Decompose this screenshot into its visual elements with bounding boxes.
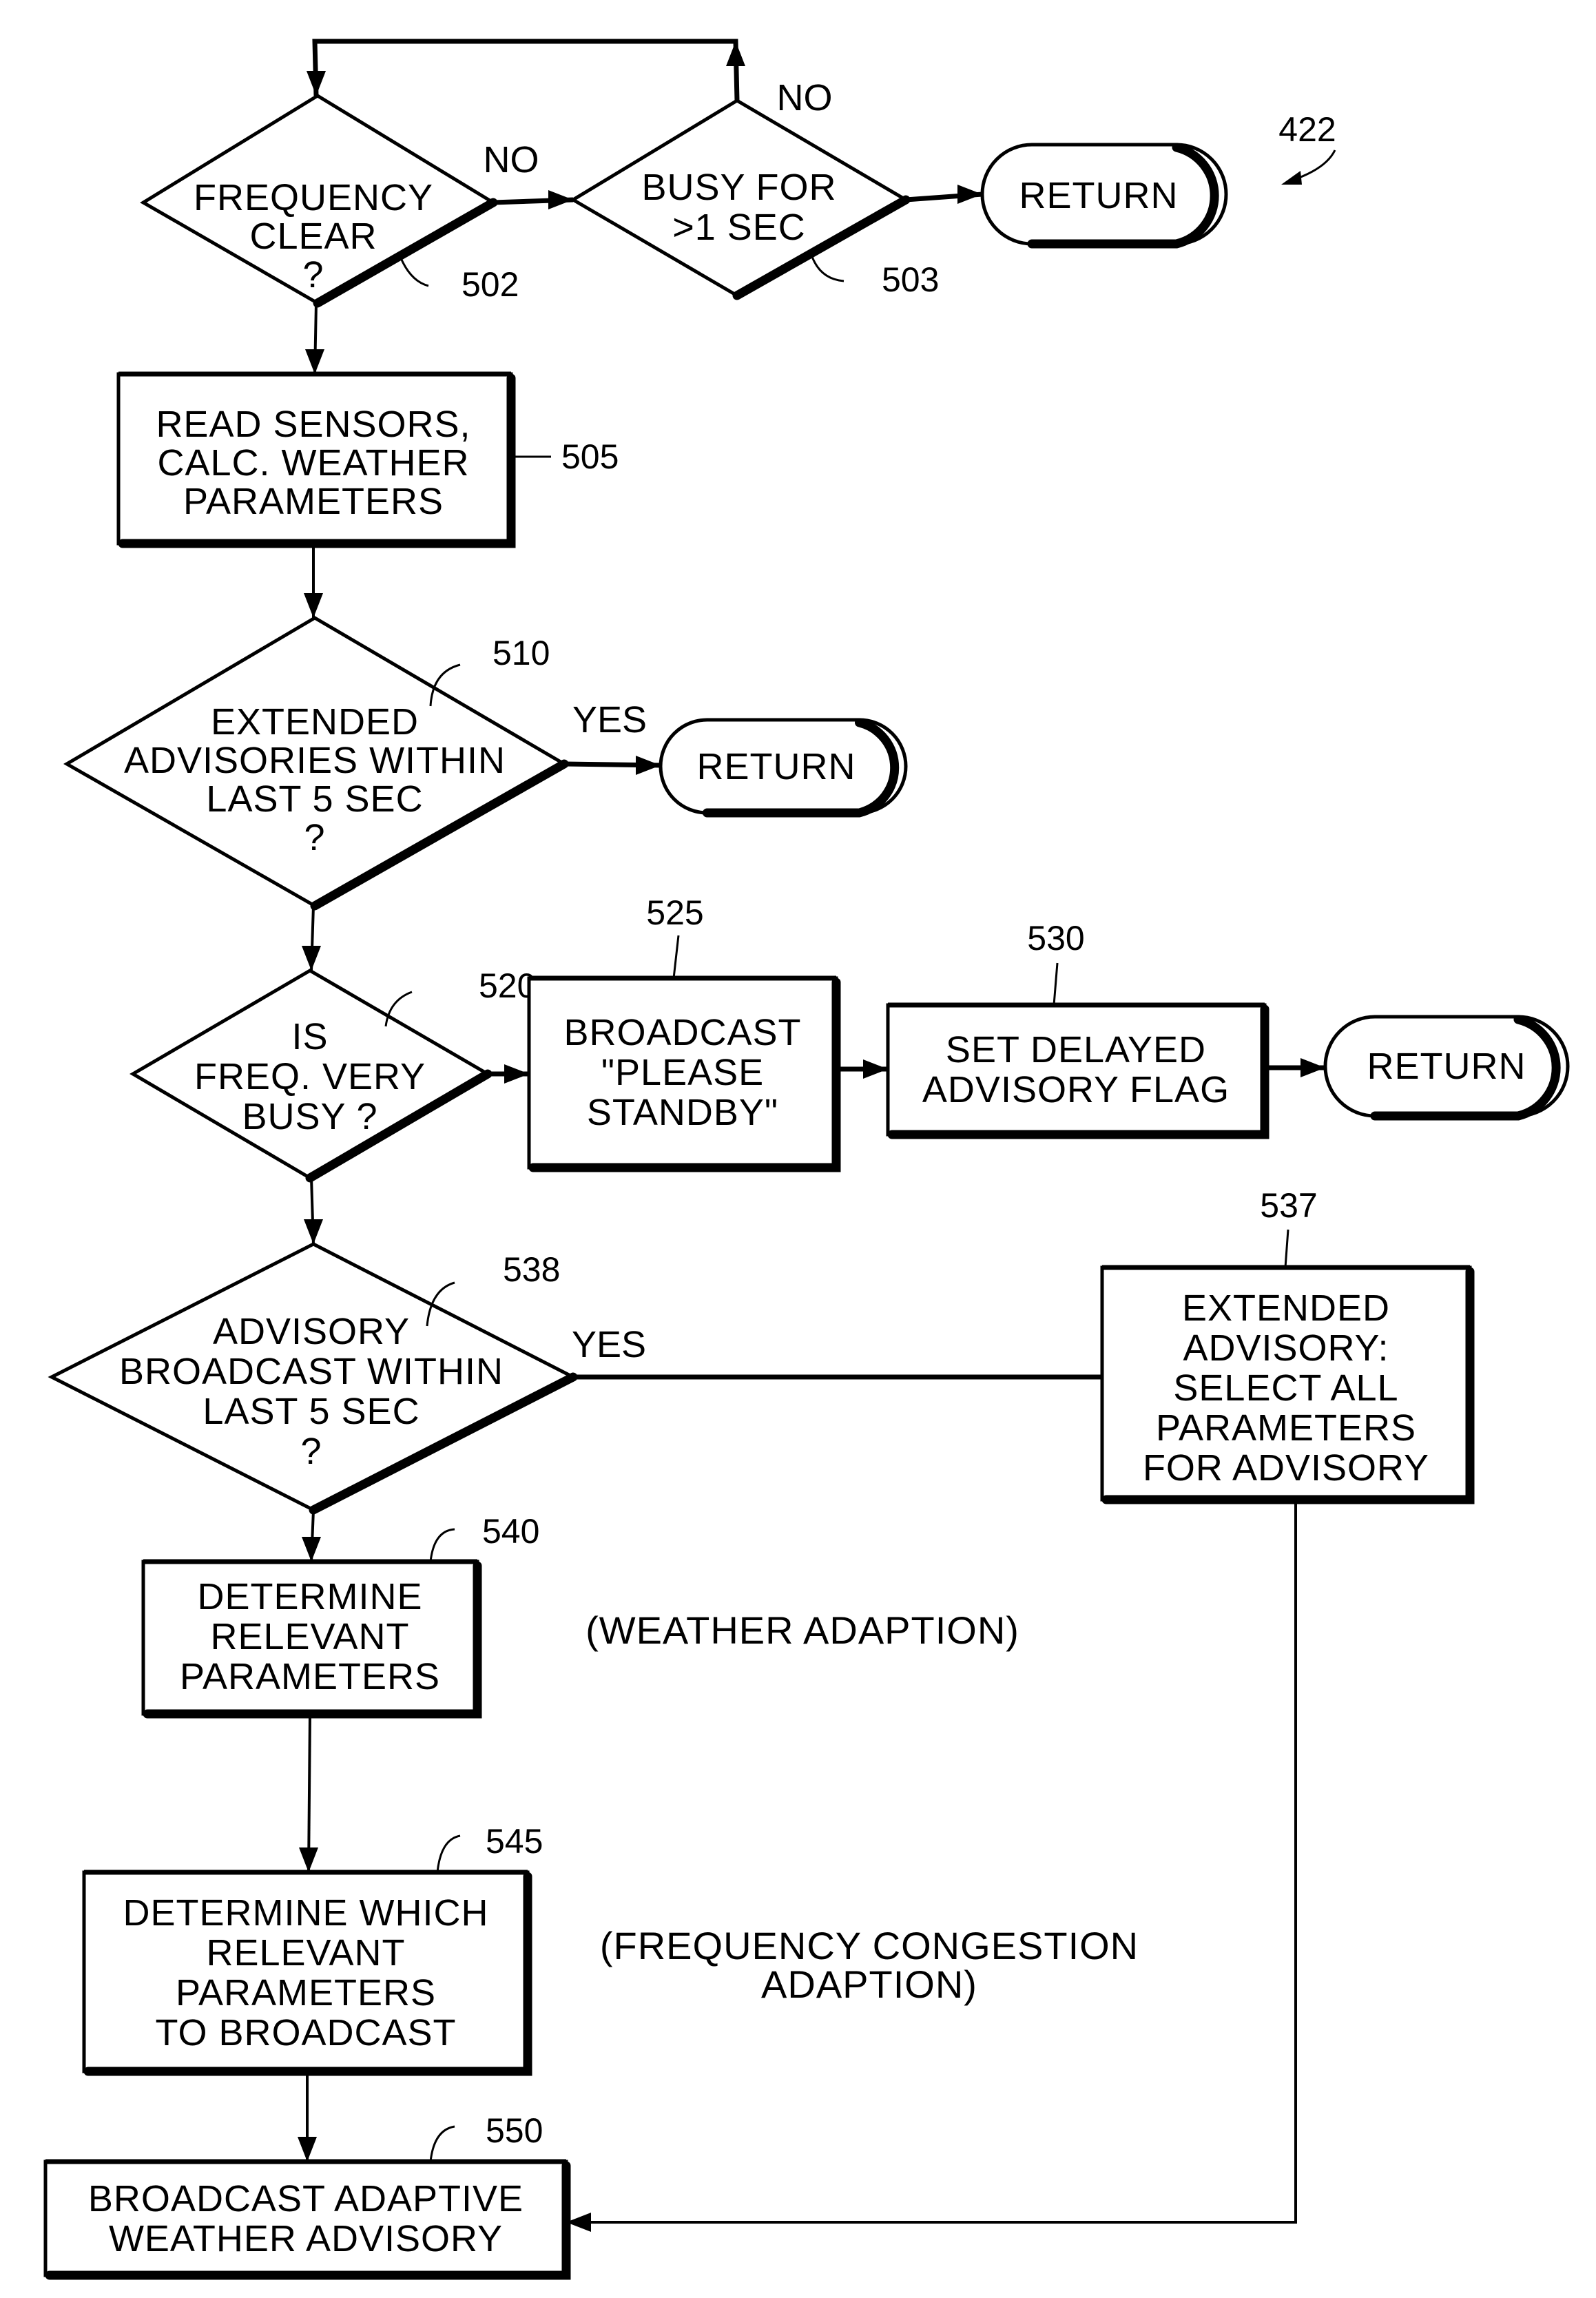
reference-leader-line xyxy=(1284,1229,1289,1268)
node-label-line: FREQ. VERY xyxy=(194,1056,426,1097)
node-label-line: EXTENDED xyxy=(211,701,419,743)
node-label-line: PARAMETERS xyxy=(176,1972,436,2014)
decision-502: FREQUENCYCLEAR? 502 xyxy=(140,94,519,308)
annotation-frequency-congestion-line1: (FREQUENCY CONGESTION xyxy=(600,1924,1139,1967)
arrowhead-505-to-510 xyxy=(304,593,323,618)
node-label-line: RELEVANT xyxy=(210,1616,409,1657)
return-terminal: RETURN xyxy=(1323,1015,1570,1121)
branch-label-502-no: NO xyxy=(484,139,539,180)
node-label-line: ADVISORIES WITHIN xyxy=(124,740,506,781)
node-label-line: BUSY ? xyxy=(242,1096,377,1137)
return-terminal: RETURN xyxy=(659,718,908,818)
node-label-line: ? xyxy=(304,817,325,858)
reference-number: 538 xyxy=(503,1250,560,1289)
arrowhead-520-to-525 xyxy=(504,1064,529,1084)
node-label-line: >1 SEC xyxy=(672,207,806,248)
figure-reference-number: 422 xyxy=(1278,110,1336,149)
arrowhead-520-to-538 xyxy=(304,1219,323,1244)
node-label-line: BROADCAST WITHIN xyxy=(119,1351,504,1392)
node-label-line: READ SENSORS, xyxy=(156,404,470,445)
decision-520: ISFREQ. VERYBUSY ?520 xyxy=(129,966,536,1183)
reference-leader-line xyxy=(436,1834,461,1873)
node-label-line: EXTENDED xyxy=(1182,1287,1390,1329)
decision-503: BUSY FOR>1 SEC 503 xyxy=(570,99,939,300)
reference-number: 537 xyxy=(1260,1186,1317,1225)
reference-number: 503 xyxy=(882,260,939,299)
reference-number: 502 xyxy=(462,265,519,304)
node-label-line: RETURN xyxy=(697,746,856,787)
node-label-line: RETURN xyxy=(1367,1046,1526,1087)
arrowhead-538-to-540 xyxy=(302,1537,321,1562)
reference-number: 545 xyxy=(486,1822,543,1861)
node-label-line: SELECT ALL xyxy=(1173,1367,1398,1409)
branch-label-503-no: NO xyxy=(777,77,833,118)
node-label-line: PARAMETERS xyxy=(1156,1407,1416,1449)
reference-number: 510 xyxy=(493,634,550,672)
reference-leader-line xyxy=(398,254,429,287)
arrowhead-502-to-503 xyxy=(548,190,573,209)
arrowhead-545-to-550 xyxy=(298,2137,317,2162)
connector-503-loop-to-502 xyxy=(312,39,740,101)
node-label-line: ADVISORY xyxy=(213,1311,410,1352)
node-label-line: ADVISORY FLAG xyxy=(922,1069,1230,1110)
reference-number: 530 xyxy=(1027,919,1084,958)
reference-leader-line xyxy=(429,2125,455,2162)
process-525: BROADCAST"PLEASESTANDBY" 525 xyxy=(527,893,841,1172)
reference-leader-line xyxy=(810,254,844,282)
decision-510: EXTENDEDADVISORIES WITHINLAST 5 SEC? 510 xyxy=(63,616,569,911)
node-label-line: DETERMINE WHICH xyxy=(123,1892,489,1934)
process-505: READ SENSORS,CALC. WEATHERPARAMETERS 505 xyxy=(116,371,619,548)
node-label-line: ? xyxy=(302,254,324,296)
reference-leader-line xyxy=(429,1528,455,1562)
node-label-line: FREQUENCY xyxy=(194,177,433,218)
node-label-line: ? xyxy=(300,1431,322,1472)
node-label-line: WEATHER ADVISORY xyxy=(109,2218,503,2259)
arrowhead-503-loop-up xyxy=(726,41,745,66)
branch-label-510-yes: YES xyxy=(572,699,647,741)
node-label-line: BROADCAST xyxy=(563,1012,801,1053)
node-label-line: RETURN xyxy=(1019,175,1179,216)
process-530: SET DELAYEDADVISORY FLAG 530 xyxy=(886,919,1269,1139)
arrowhead-loop-into-502 xyxy=(307,71,326,96)
node-label-line: PARAMETERS xyxy=(183,481,444,522)
reference-leader-line xyxy=(672,935,680,979)
figure-reference-arrowhead xyxy=(1281,171,1302,185)
node-label-line: BROADCAST ADAPTIVE xyxy=(88,2178,524,2219)
decision-538: ADVISORYBROADCAST WITHINLAST 5 SEC? 538 xyxy=(48,1242,578,1515)
annotation-weather-adaption: (WEATHER ADAPTION) xyxy=(585,1608,1019,1652)
node-label-line: BUSY FOR xyxy=(641,167,836,208)
arrowhead-510-to-520 xyxy=(302,946,321,971)
node-label-line: CALC. WEATHER xyxy=(157,442,469,484)
process-537: EXTENDEDADVISORY:SELECT ALLPARAMETERSFOR… xyxy=(1100,1186,1475,1504)
arrowhead-502-to-505 xyxy=(305,349,324,374)
node-label-line: STANDBY" xyxy=(587,1092,778,1133)
reference-leader-line xyxy=(1053,962,1059,1006)
arrowhead-503-to-return xyxy=(957,185,982,204)
node-label-line: FOR ADVISORY xyxy=(1143,1447,1429,1489)
arrowhead-540-to-545 xyxy=(299,1847,318,1872)
node-label-line: LAST 5 SEC xyxy=(206,778,423,820)
node-label-line: RELEVANT xyxy=(206,1932,405,1974)
return-terminal: RETURN xyxy=(980,143,1228,249)
arrowhead-530-to-return xyxy=(1300,1058,1325,1077)
process-540: DETERMINERELEVANTPARAMETERS 540 xyxy=(141,1512,539,1719)
node-label-line: TO BROADCAST xyxy=(155,2012,456,2053)
reference-number: 550 xyxy=(486,2111,543,2150)
arrowhead-510-to-return xyxy=(636,756,661,775)
arrowhead-525-to-530 xyxy=(863,1059,888,1079)
node-label-line: DETERMINE xyxy=(197,1576,422,1617)
node-label-line: LAST 5 SEC xyxy=(203,1391,419,1432)
node-label-line: "PLEASE xyxy=(601,1052,764,1093)
node-label-line: ADVISORY: xyxy=(1183,1327,1389,1369)
node-label-line: PARAMETERS xyxy=(180,1656,440,1697)
node-label-line: CLEAR xyxy=(249,216,377,257)
flowchart-canvas: FREQUENCYCLEAR? 502 BUSY FOR>1 SEC 503 RETUR… xyxy=(43,39,1570,2280)
reference-number: 540 xyxy=(482,1512,539,1551)
node-label-line: IS xyxy=(291,1016,328,1057)
reference-number: 525 xyxy=(646,893,703,932)
reference-number: 505 xyxy=(561,437,619,476)
annotation-frequency-congestion-line2: ADAPTION) xyxy=(761,1963,977,2006)
node-label-line: SET DELAYED xyxy=(946,1029,1206,1070)
branch-label-538-yes: YES xyxy=(572,1324,646,1365)
